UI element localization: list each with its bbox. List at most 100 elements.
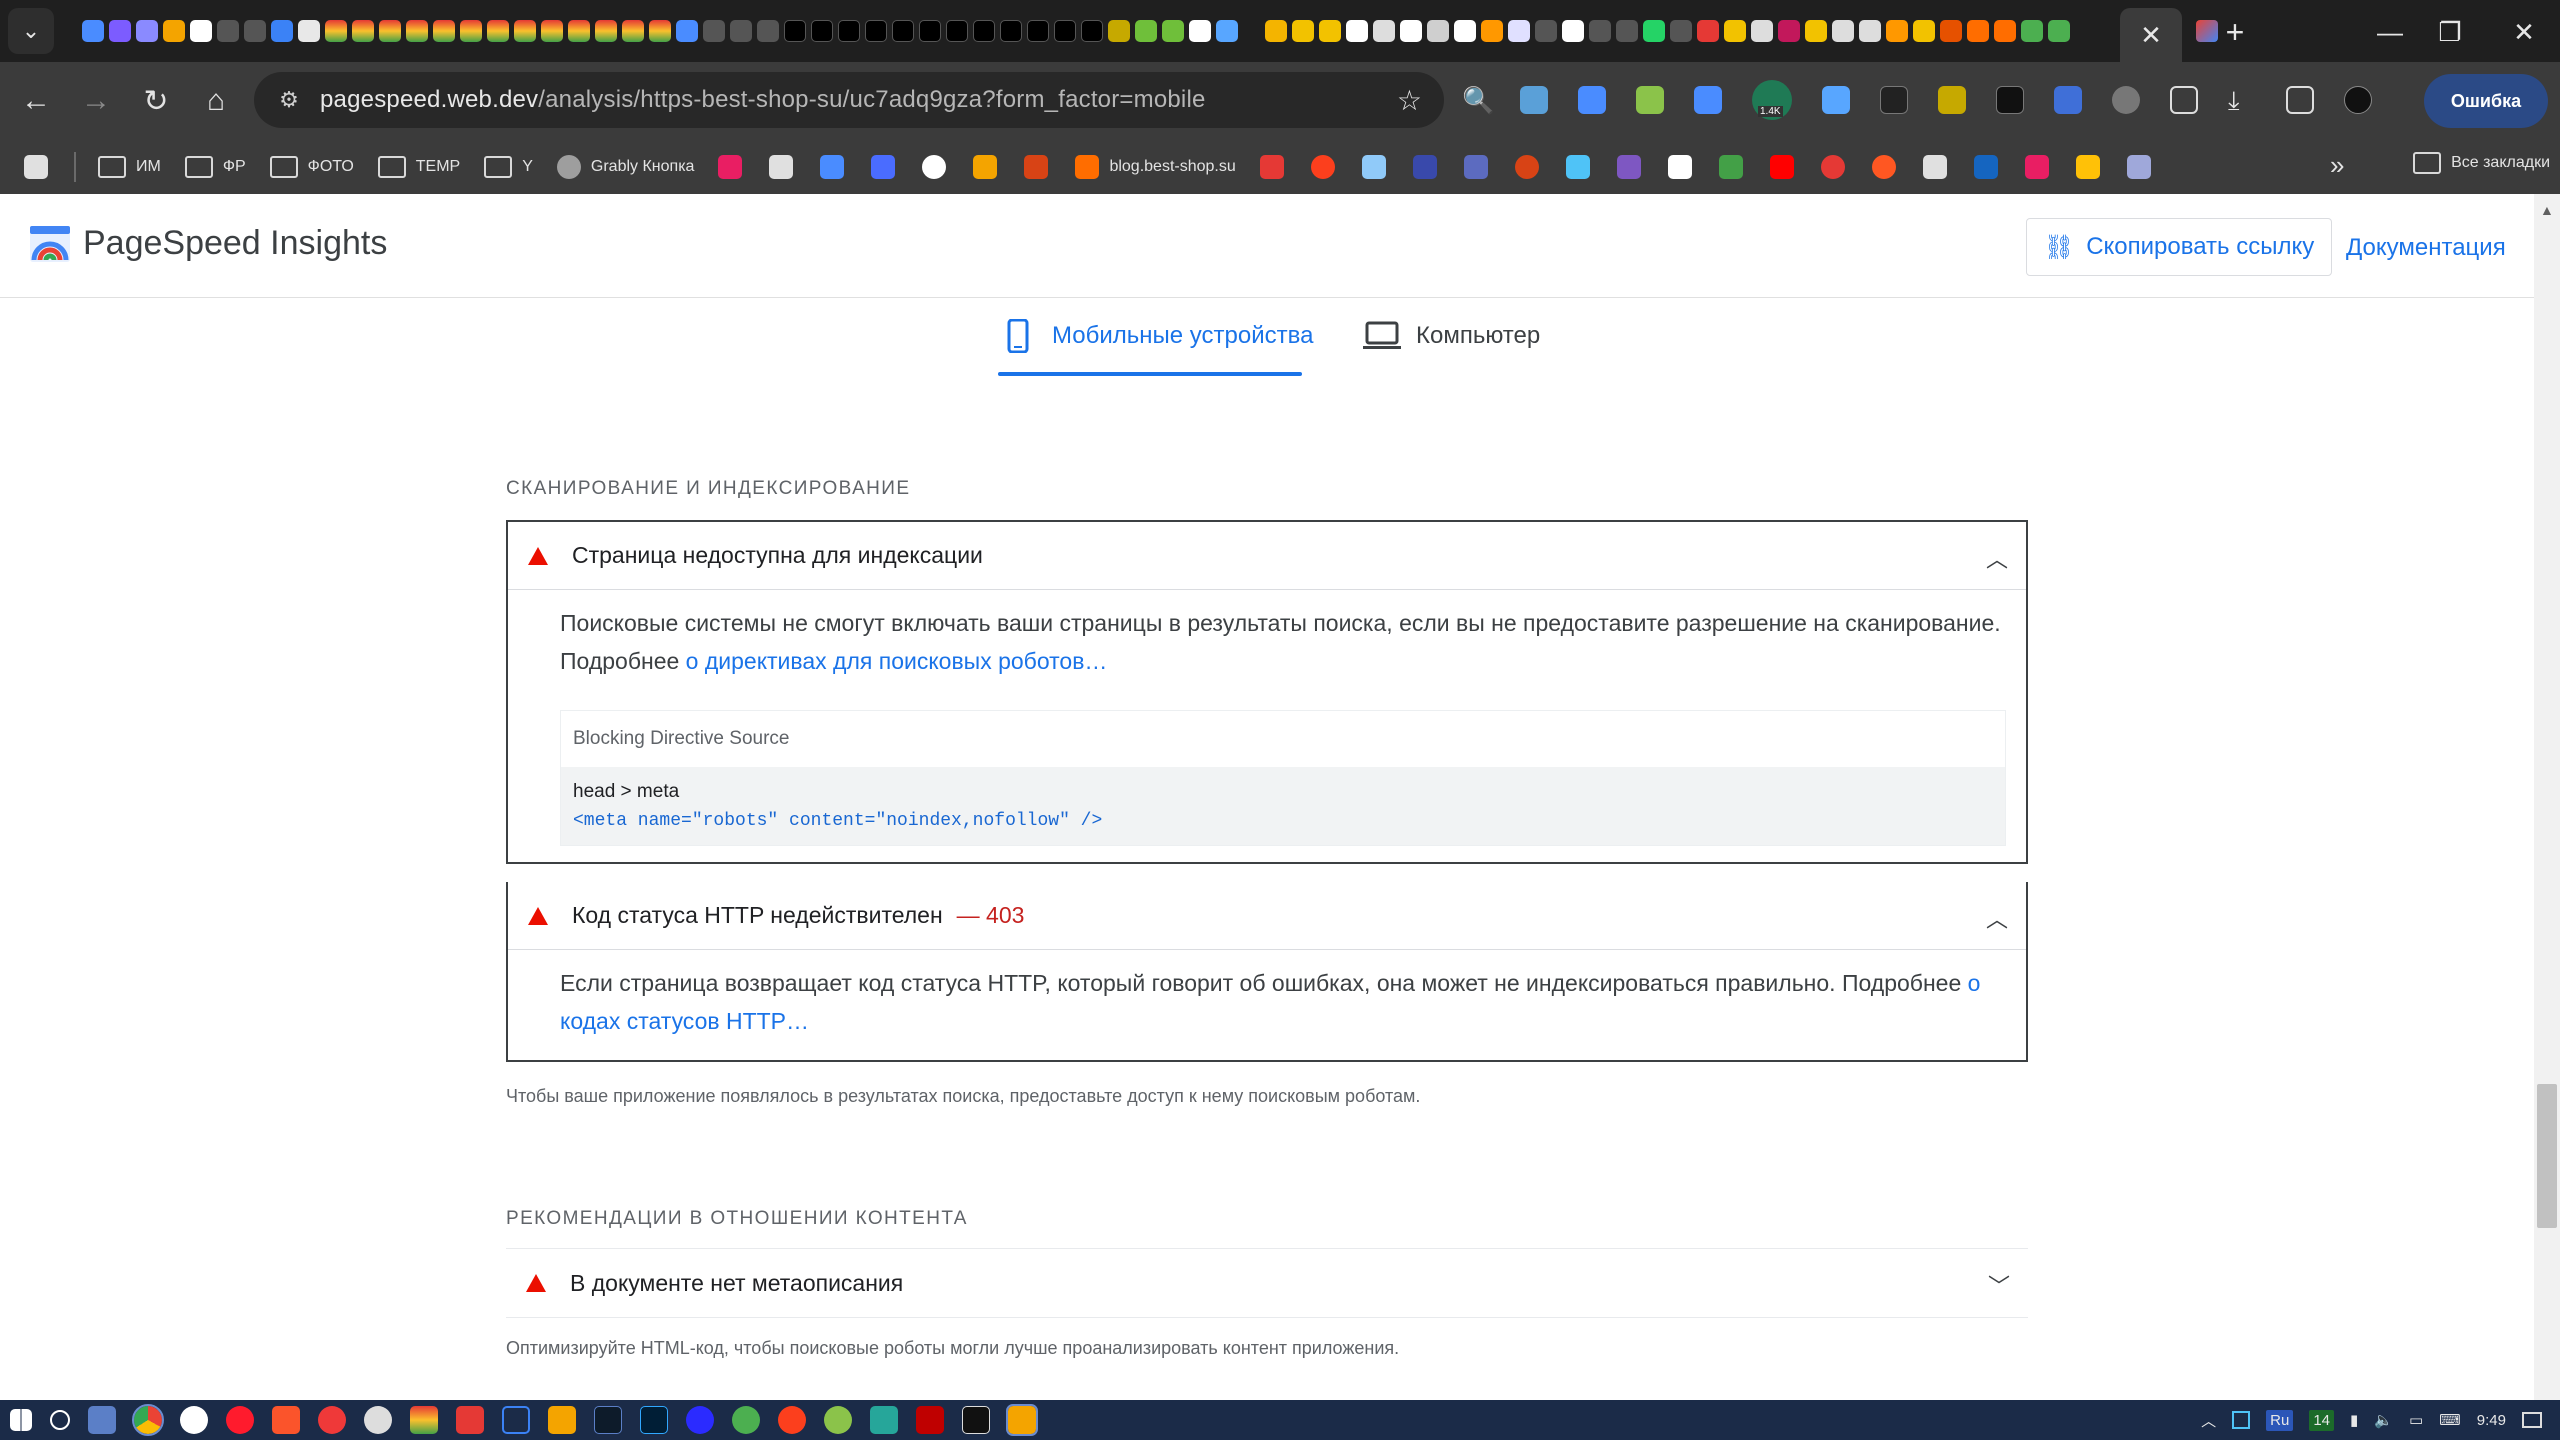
bookmark-folder-im[interactable]: ИМ (98, 156, 161, 178)
extensions-puzzle-icon[interactable] (2170, 86, 2198, 114)
language-icon[interactable]: ⌨ (2439, 1411, 2461, 1429)
new-tab-button[interactable]: + (2215, 12, 2255, 52)
tab-icon[interactable] (1373, 20, 1395, 42)
bookmark-icon[interactable] (1565, 155, 1590, 179)
bookmark-icon[interactable] (1412, 155, 1437, 179)
extension-icon[interactable] (1636, 86, 1664, 114)
tab-icon[interactable] (271, 20, 293, 42)
extension-icon[interactable] (1520, 86, 1548, 114)
bookmark-icon[interactable] (2126, 155, 2151, 179)
bookmark-icon[interactable] (1820, 155, 1845, 179)
tab-icon[interactable] (568, 20, 590, 42)
audit-header[interactable]: В документе нет метаописания ﹀ (506, 1249, 2028, 1317)
tab-icon[interactable] (1994, 20, 2016, 42)
chevron-up-icon[interactable]: ︿ (1986, 902, 2008, 934)
taskbar-app-icon[interactable] (410, 1406, 438, 1434)
tab-icon[interactable] (1562, 20, 1584, 42)
tab-icon[interactable] (1027, 20, 1049, 42)
bookmark-icon[interactable] (1871, 155, 1896, 179)
tab-desktop[interactable]: Компьютер (1362, 316, 1540, 356)
tab-icon[interactable] (1346, 20, 1368, 42)
tab-icon[interactable] (217, 20, 239, 42)
taskbar-app-icon[interactable] (962, 1406, 990, 1434)
back-button[interactable]: ← (8, 73, 64, 129)
tab-icon[interactable] (1400, 20, 1422, 42)
download-icon[interactable]: ⤓ (2228, 86, 2256, 114)
tab-icon[interactable] (1751, 20, 1773, 42)
more-bookmarks-icon[interactable]: » (2330, 150, 2344, 181)
taskbar-app-icon[interactable] (870, 1406, 898, 1434)
extension-icon[interactable] (1880, 86, 1908, 114)
tab-icon[interactable] (1940, 20, 1962, 42)
bookmark-icon[interactable] (1463, 155, 1488, 179)
tab-icon[interactable] (1162, 20, 1184, 42)
tab-icon[interactable] (1319, 20, 1341, 42)
youtube-icon[interactable] (1769, 155, 1794, 179)
windows-start-icon[interactable] (10, 1409, 32, 1431)
tab-icon[interactable] (1697, 20, 1719, 42)
tray-counter[interactable]: 14 (2309, 1409, 2334, 1431)
tab-icon[interactable] (163, 20, 185, 42)
tab-icon[interactable] (946, 20, 968, 42)
filezilla-icon[interactable] (916, 1406, 944, 1434)
site-info-icon[interactable]: ⚙ (274, 85, 304, 115)
tab-icon[interactable] (1081, 20, 1103, 42)
taskbar-app-icon[interactable] (1006, 1404, 1038, 1436)
tab-icon[interactable] (1859, 20, 1881, 42)
taskbar-app-icon[interactable] (594, 1406, 622, 1434)
tab-icon[interactable] (1189, 20, 1211, 42)
tab-icon[interactable] (1216, 20, 1238, 42)
analytics-icon[interactable] (973, 155, 998, 179)
tab-icon[interactable] (703, 20, 725, 42)
all-bookmarks-button[interactable]: Все закладки (2413, 152, 2550, 174)
input-language[interactable]: Ru (2266, 1409, 2294, 1431)
extension-icon[interactable] (1694, 86, 1722, 114)
tab-icon[interactable] (109, 20, 131, 42)
tab-icon[interactable] (811, 20, 833, 42)
tab-icon[interactable] (973, 20, 995, 42)
restore-button[interactable]: ❐ (2420, 12, 2480, 52)
scroll-up-icon[interactable]: ▲ (2540, 202, 2554, 218)
tab-icon[interactable] (1454, 20, 1476, 42)
tab-icon[interactable] (2048, 20, 2070, 42)
tab-icon[interactable] (865, 20, 887, 42)
bookmark-blog[interactable]: blog.best-shop.su (1075, 155, 1236, 179)
bookmark-folder-y[interactable]: Y (484, 156, 533, 178)
tab-icon[interactable] (1913, 20, 1935, 42)
close-window-button[interactable]: ✕ (2494, 12, 2554, 52)
tab-icon[interactable] (325, 20, 347, 42)
tab-icon[interactable] (784, 20, 806, 42)
tab-icon[interactable] (82, 20, 104, 42)
tab-icon[interactable] (1535, 20, 1557, 42)
battery-icon[interactable]: ▮ (2350, 1411, 2358, 1429)
tab-icon[interactable] (1805, 20, 1827, 42)
photoshop-icon[interactable] (640, 1406, 668, 1434)
bookmark-icon[interactable] (1514, 155, 1539, 179)
bookmark-icon[interactable] (1616, 155, 1641, 179)
taskbar-app-icon[interactable] (732, 1406, 760, 1434)
copy-link-button[interactable]: ⛓ Скопировать ссылку (2026, 218, 2332, 276)
tab-icon[interactable] (1000, 20, 1022, 42)
tab-icon[interactable] (1643, 20, 1665, 42)
bookmark-icon[interactable] (2024, 155, 2049, 179)
tab-icon[interactable] (649, 20, 671, 42)
tab-icon[interactable] (1589, 20, 1611, 42)
taskbar-app-icon[interactable] (502, 1406, 530, 1434)
tab-icon[interactable] (433, 20, 455, 42)
taskbar-app-icon[interactable] (180, 1406, 208, 1434)
taskbar-app-icon[interactable] (88, 1406, 116, 1434)
address-bar[interactable]: ⚙ pagespeed.web.dev/analysis/https-best-… (254, 72, 1444, 128)
audit-header[interactable]: Страница недоступна для индексации ︿ (508, 522, 2026, 590)
chevron-up-icon[interactable]: ︿ (1986, 542, 2008, 574)
code-icon[interactable] (1024, 155, 1049, 179)
tab-icon[interactable] (487, 20, 509, 42)
vivaldi-icon[interactable] (318, 1406, 346, 1434)
search-icon[interactable] (50, 1410, 70, 1430)
tab-icon[interactable] (379, 20, 401, 42)
bookmark-icon[interactable] (2075, 155, 2100, 179)
brave-icon[interactable] (272, 1406, 300, 1434)
notification-icon[interactable] (2522, 1412, 2542, 1428)
extension-icon[interactable] (1578, 86, 1606, 114)
tab-icon[interactable] (919, 20, 941, 42)
network-icon[interactable]: ▭ (2409, 1411, 2423, 1429)
